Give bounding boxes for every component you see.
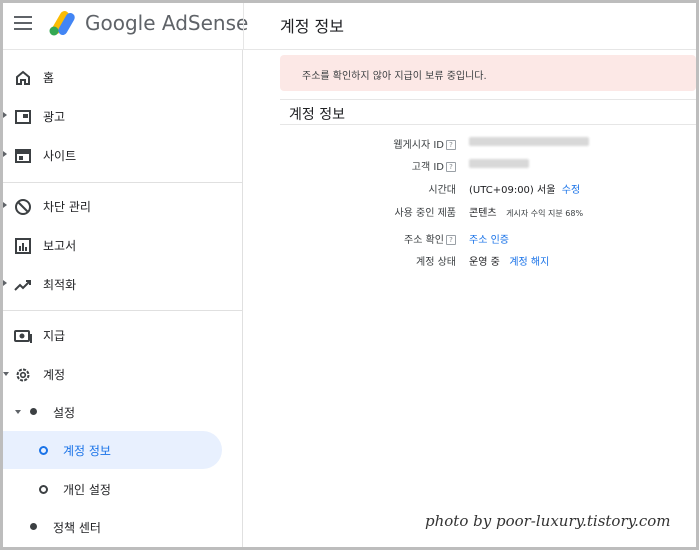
sidebar-item-label: 설정 bbox=[53, 406, 76, 420]
status-value: 운영 중 bbox=[469, 257, 500, 268]
publisher-id-value-redacted bbox=[469, 136, 589, 146]
customer-id-value-redacted bbox=[469, 158, 529, 168]
timezone-row: 시간대 (UTC+09:00) 서울 수정 bbox=[3, 181, 696, 197]
sidebar-item-account[interactable]: 계정 bbox=[3, 355, 242, 393]
optimization-icon bbox=[14, 280, 31, 291]
bullet-icon bbox=[30, 523, 37, 530]
sidebar-item-policy-center[interactable]: 정책 센터 bbox=[3, 508, 242, 546]
page-title: 계정 정보 bbox=[280, 17, 344, 36]
top-app-bar: Google AdSense 계정 정보 bbox=[3, 3, 696, 50]
bullet-ring-icon bbox=[39, 446, 48, 455]
sidebar-item-label: 지급 bbox=[43, 329, 66, 343]
account-status-row: 계정 상태 운영 중 계정 해지 bbox=[3, 253, 696, 269]
sidebar-item-ads[interactable]: 광고 bbox=[3, 97, 242, 135]
sidebar-item-payments[interactable]: 지급 bbox=[3, 316, 242, 354]
timezone-edit-link[interactable]: 수정 bbox=[562, 185, 580, 196]
gear-icon bbox=[16, 368, 30, 382]
verify-address-link[interactable]: 주소 인증 bbox=[469, 235, 509, 246]
content-divider bbox=[280, 99, 696, 100]
bullet-ring-icon bbox=[39, 485, 48, 494]
sidebar-item-label: 개인 설정 bbox=[63, 483, 111, 497]
sidebar-item-home[interactable]: 홈 bbox=[3, 58, 242, 96]
sidebar-item-label: 정책 센터 bbox=[53, 521, 101, 535]
publisher-id-label: 웹게시자 ID bbox=[393, 140, 444, 151]
expand-caret-icon[interactable] bbox=[3, 112, 7, 118]
sidebar-item-label: 최적화 bbox=[43, 278, 77, 292]
help-icon[interactable]: ? bbox=[446, 162, 456, 172]
timezone-value: (UTC+09:00) 서울 bbox=[469, 185, 556, 196]
collapse-caret-icon[interactable] bbox=[15, 410, 21, 414]
sidebar-item-label: 광고 bbox=[43, 110, 66, 124]
customer-id-row: 고객 ID? bbox=[3, 158, 696, 174]
payment-hold-banner: 주소를 확인하지 않아 지급이 보류 중입니다. bbox=[280, 55, 696, 91]
customer-id-label: 고객 ID bbox=[411, 162, 444, 173]
section-divider bbox=[280, 124, 696, 125]
sidebar-divider bbox=[3, 310, 242, 311]
help-icon[interactable]: ? bbox=[446, 235, 456, 245]
products-row: 사용 중인 제품 콘텐츠 게시자 수익 지분 68% bbox=[3, 204, 696, 220]
timezone-label: 시간대 bbox=[428, 185, 456, 196]
status-label: 계정 상태 bbox=[416, 257, 456, 268]
photo-credit-watermark: photo by poor-luxury.tistory.com bbox=[425, 512, 671, 530]
expand-caret-icon[interactable] bbox=[3, 280, 7, 286]
sidebar-item-settings[interactable]: 설정 bbox=[3, 393, 242, 431]
home-icon bbox=[16, 70, 30, 85]
hamburger-menu-icon[interactable] bbox=[14, 16, 32, 32]
section-title: 계정 정보 bbox=[289, 107, 345, 123]
address-verification-row: 주소 확인? 주소 인증 bbox=[3, 231, 696, 247]
sidebar-nav: 홈 광고 사이트 차단 관리 보고서 최적화 지급 계정 설정 계정 정보 개인… bbox=[3, 50, 243, 547]
revenue-share-text: 게시자 수익 지분 68% bbox=[506, 209, 584, 218]
products-value: 콘텐츠 bbox=[469, 208, 497, 219]
sidebar-item-account-info[interactable]: 계정 정보 bbox=[3, 431, 242, 469]
banner-message: 주소를 확인하지 않아 지급이 보류 중입니다. bbox=[302, 71, 487, 82]
bullet-icon bbox=[30, 408, 37, 415]
app-window: Google AdSense 계정 정보 홈 광고 사이트 차단 관리 보고서 … bbox=[0, 0, 699, 550]
close-account-link[interactable]: 계정 해지 bbox=[509, 257, 549, 268]
sidebar-item-optimization[interactable]: 최적화 bbox=[3, 265, 242, 303]
help-icon[interactable]: ? bbox=[446, 140, 456, 150]
collapse-caret-icon[interactable] bbox=[3, 372, 9, 376]
app-name[interactable]: Google AdSense bbox=[85, 11, 248, 35]
sidebar-item-personal-settings[interactable]: 개인 설정 bbox=[3, 470, 242, 508]
publisher-id-row: 웹게시자 ID? bbox=[3, 136, 696, 152]
payments-icon bbox=[14, 330, 32, 343]
ads-icon bbox=[15, 110, 31, 124]
sidebar-item-label: 계정 정보 bbox=[63, 444, 111, 458]
sidebar-item-label: 홈 bbox=[43, 71, 55, 85]
header-divider bbox=[243, 3, 244, 49]
address-label: 주소 확인 bbox=[404, 235, 444, 246]
products-label: 사용 중인 제품 bbox=[394, 208, 456, 219]
sidebar-item-label: 계정 bbox=[43, 368, 66, 382]
adsense-logo-icon bbox=[49, 11, 75, 36]
